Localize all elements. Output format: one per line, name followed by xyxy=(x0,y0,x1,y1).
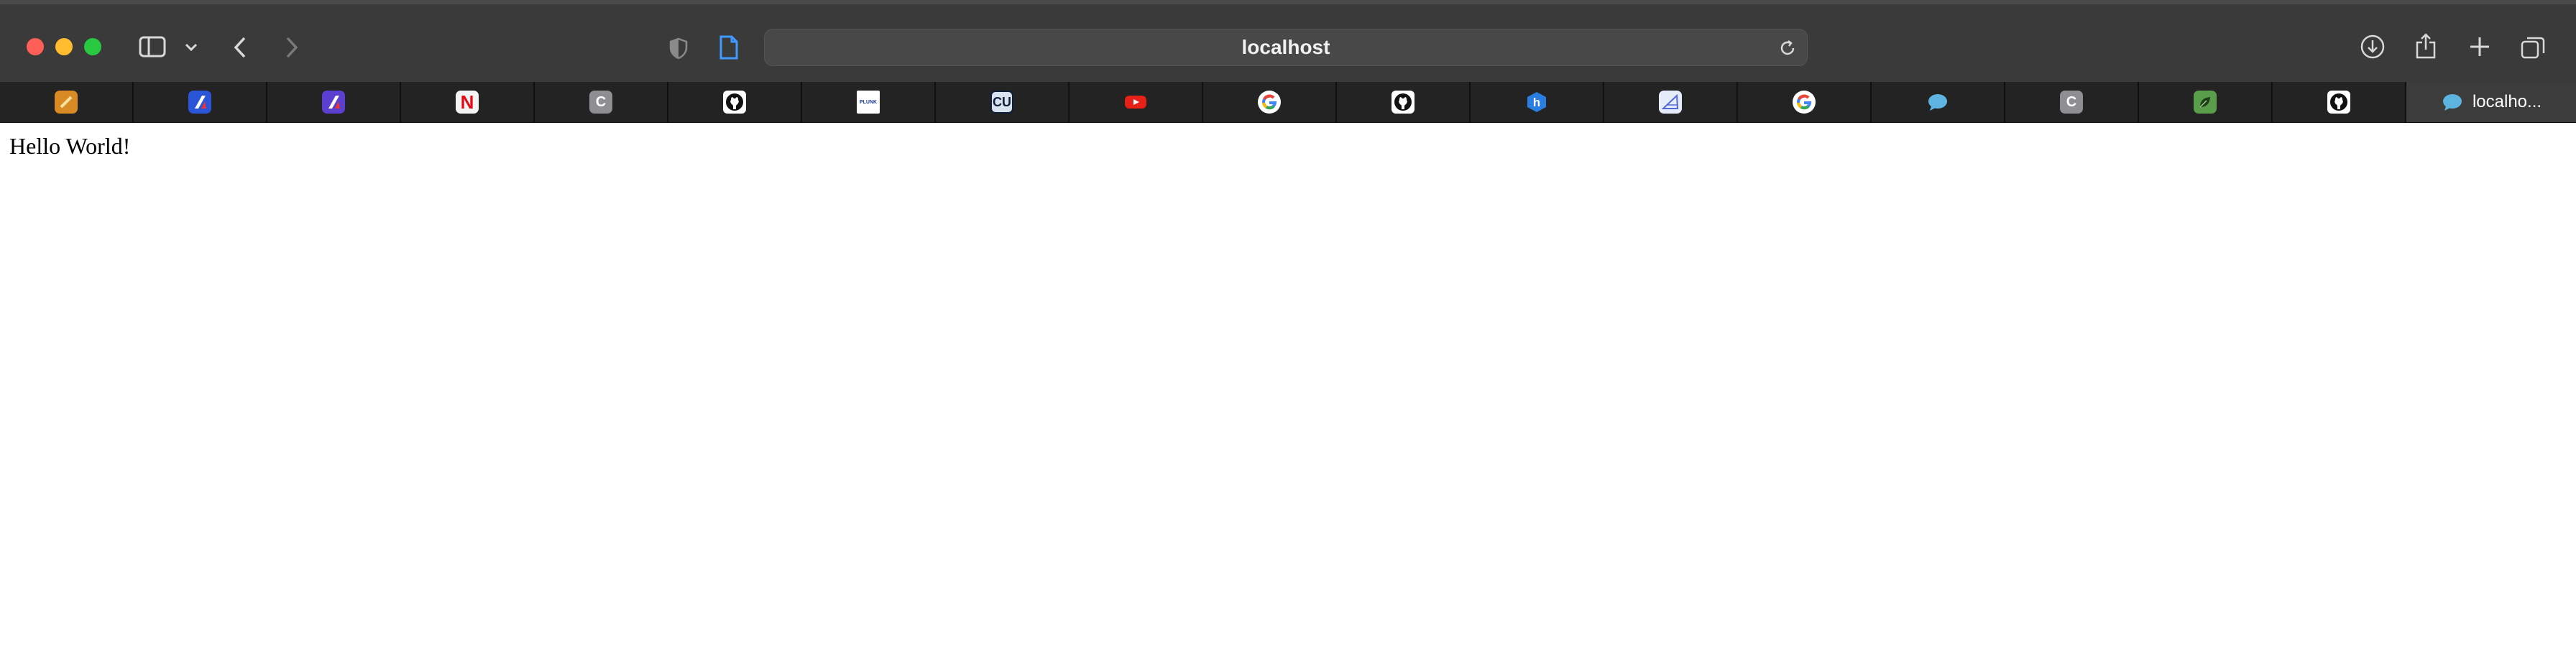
tab-favorite-14[interactable] xyxy=(1738,82,1872,122)
tab-favorite-1[interactable] xyxy=(0,82,134,122)
cu-icon: CU xyxy=(990,91,1013,114)
plunk-icon: PLUNK xyxy=(857,91,880,114)
tab-favorite-15[interactable] xyxy=(1872,82,2005,122)
tab-favorite-16[interactable]: C xyxy=(2005,82,2139,122)
ruler-icon xyxy=(1659,91,1682,114)
browser-window: localhost N C PLUNK CU h C localho... He… xyxy=(0,0,2576,657)
tab-active-localhost[interactable]: localho... xyxy=(2406,82,2576,122)
tabs-overview-icon[interactable] xyxy=(2520,35,2546,60)
blue-bubble-icon xyxy=(2441,91,2464,114)
sidebar-icon[interactable] xyxy=(138,35,167,58)
minimize-window-button[interactable] xyxy=(55,38,73,55)
hello-text: Hello World! xyxy=(9,133,131,159)
google-icon xyxy=(1258,91,1281,114)
blue-bubble-icon xyxy=(1926,91,1949,114)
tab-favorite-17[interactable] xyxy=(2139,82,2273,122)
google-icon xyxy=(1793,91,1816,114)
page-content: Hello World! xyxy=(0,123,2576,657)
download-icon[interactable] xyxy=(2360,34,2386,60)
close-window-button[interactable] xyxy=(27,38,44,55)
pencil-orange-icon xyxy=(55,91,78,114)
address-text: localhost xyxy=(1241,36,1330,58)
address-bar[interactable]: localhost xyxy=(764,29,1808,66)
gray-c-icon: C xyxy=(2060,91,2083,114)
forward-icon xyxy=(282,35,302,60)
favorites-tab-strip: N C PLUNK CU h C localho... xyxy=(0,82,2576,123)
share-icon[interactable] xyxy=(2414,32,2438,60)
tab-favorite-8[interactable]: CU xyxy=(936,82,1070,122)
tab-favorite-2[interactable] xyxy=(134,82,267,122)
github-icon xyxy=(1392,91,1414,114)
github-icon xyxy=(2327,91,2350,114)
plus-icon[interactable] xyxy=(2467,35,2492,59)
chevron-down-icon[interactable] xyxy=(183,40,200,55)
tab-favorite-7[interactable]: PLUNK xyxy=(802,82,936,122)
hexagon-h-icon: h xyxy=(1525,91,1548,114)
active-tab-title: localho... xyxy=(2472,92,2542,111)
tab-favorite-11[interactable] xyxy=(1337,82,1471,122)
tab-favorite-12[interactable]: h xyxy=(1471,82,1604,122)
zoom-window-button[interactable] xyxy=(84,38,101,55)
purple-slash-icon xyxy=(322,91,345,114)
back-icon[interactable] xyxy=(230,35,250,60)
green-leaf-icon xyxy=(2194,91,2217,114)
shield-icon[interactable] xyxy=(668,36,689,60)
tab-favorite-13[interactable] xyxy=(1604,82,1738,122)
gray-c-icon: C xyxy=(589,91,612,114)
tab-favorite-5[interactable]: C xyxy=(535,82,668,122)
tab-favorite-9[interactable] xyxy=(1070,82,1203,122)
tab-favorite-6[interactable] xyxy=(668,82,802,122)
tab-favorite-18[interactable] xyxy=(2273,82,2406,122)
browser-toolbar: localhost xyxy=(0,0,2576,82)
blue-slash-icon xyxy=(188,91,211,114)
tab-favorite-3[interactable] xyxy=(267,82,401,122)
github-icon xyxy=(723,91,746,114)
tab-favorite-10[interactable] xyxy=(1203,82,1337,122)
reload-icon[interactable] xyxy=(1778,39,1797,58)
page-icon[interactable] xyxy=(717,35,740,60)
svg-text:h: h xyxy=(1533,96,1540,109)
youtube-icon xyxy=(1124,91,1147,114)
tab-favorite-4[interactable]: N xyxy=(401,82,535,122)
netflix-icon: N xyxy=(456,91,479,114)
